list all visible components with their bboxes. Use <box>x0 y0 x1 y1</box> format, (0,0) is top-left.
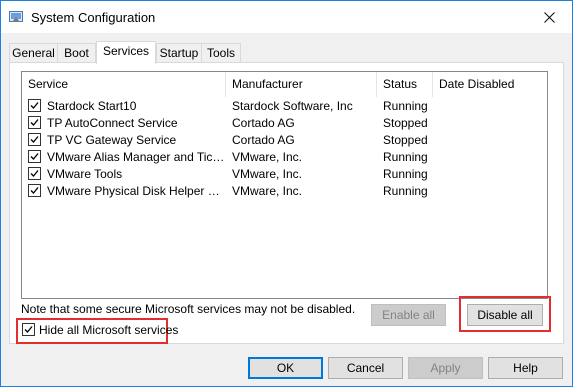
service-status: Running <box>383 167 428 181</box>
checkmark-icon <box>30 153 39 160</box>
ok-button[interactable]: OK <box>248 357 323 379</box>
table-row[interactable]: Stardock Start10 Stardock Software, Inc … <box>22 98 547 115</box>
close-button[interactable] <box>526 1 572 33</box>
column-header-status[interactable]: Status <box>377 72 433 97</box>
service-name: TP VC Gateway Service <box>47 133 177 147</box>
table-row[interactable]: VMware Tools VMware, Inc. Running <box>22 166 547 183</box>
service-status: Running <box>383 184 428 198</box>
window-title: System Configuration <box>31 10 156 25</box>
service-manufacturer: VMware, Inc. <box>232 167 303 181</box>
column-header-service[interactable]: Service <box>22 72 226 97</box>
checkmark-icon <box>30 136 39 143</box>
service-status: Stopped <box>383 116 428 130</box>
service-checkbox[interactable] <box>28 184 41 197</box>
system-configuration-icon <box>9 11 23 22</box>
hide-ms-checkbox[interactable] <box>22 323 35 336</box>
checkmark-icon <box>24 326 33 333</box>
service-name: Stardock Start10 <box>47 99 137 113</box>
service-status: Running <box>383 150 428 164</box>
cancel-button[interactable]: Cancel <box>328 357 403 379</box>
tab-services[interactable]: Services <box>96 41 156 64</box>
table-row[interactable]: VMware Alias Manager and Ticke... VMware… <box>22 149 547 166</box>
column-header-manufacturer[interactable]: Manufacturer <box>226 72 377 97</box>
service-manufacturer: VMware, Inc. <box>232 184 303 198</box>
tab-general[interactable]: General <box>9 43 58 63</box>
service-checkbox[interactable] <box>28 167 41 180</box>
system-configuration-window: System Configuration General Boot Servic… <box>0 0 573 387</box>
service-name: VMware Alias Manager and Ticke... <box>47 150 227 164</box>
checkmark-icon <box>30 187 39 194</box>
tab-tools[interactable]: Tools <box>201 43 241 63</box>
table-row[interactable]: VMware Physical Disk Helper Ser... VMwar… <box>22 183 547 200</box>
service-checkbox[interactable] <box>28 99 41 112</box>
service-manufacturer: Cortado AG <box>232 116 295 130</box>
checkmark-icon <box>30 170 39 177</box>
hide-ms-label: Hide all Microsoft services <box>39 323 179 337</box>
service-status: Stopped <box>383 133 428 147</box>
disable-all-button[interactable]: Disable all <box>467 304 543 326</box>
title-bar[interactable]: System Configuration <box>1 1 572 33</box>
tab-startup[interactable]: Startup <box>156 43 202 63</box>
table-row[interactable]: TP VC Gateway Service Cortado AG Stopped <box>22 132 547 149</box>
service-manufacturer: Stardock Software, Inc <box>232 99 353 113</box>
service-manufacturer: VMware, Inc. <box>232 150 303 164</box>
enable-all-button[interactable]: Enable all <box>371 304 446 326</box>
column-header-date-disabled[interactable]: Date Disabled <box>433 72 547 97</box>
close-icon <box>543 11 555 23</box>
help-button[interactable]: Help <box>488 357 563 379</box>
service-name: TP AutoConnect Service <box>47 116 178 130</box>
service-checkbox[interactable] <box>28 116 41 129</box>
apply-button[interactable]: Apply <box>408 357 483 379</box>
table-row[interactable]: TP AutoConnect Service Cortado AG Stoppe… <box>22 115 547 132</box>
service-name: VMware Tools <box>47 167 123 181</box>
service-manufacturer: Cortado AG <box>232 133 295 147</box>
list-header: Service Manufacturer Status Date Disable… <box>22 72 547 97</box>
secure-services-note: Note that some secure Microsoft services… <box>21 302 356 316</box>
service-name: VMware Physical Disk Helper Ser... <box>47 184 227 198</box>
service-checkbox[interactable] <box>28 150 41 163</box>
service-checkbox[interactable] <box>28 133 41 146</box>
checkmark-icon <box>30 102 39 109</box>
services-list[interactable]: Service Manufacturer Status Date Disable… <box>21 71 548 299</box>
tab-boot[interactable]: Boot <box>57 43 96 63</box>
checkmark-icon <box>30 119 39 126</box>
service-status: Running <box>383 99 428 113</box>
services-panel: Service Manufacturer Status Date Disable… <box>9 62 564 344</box>
